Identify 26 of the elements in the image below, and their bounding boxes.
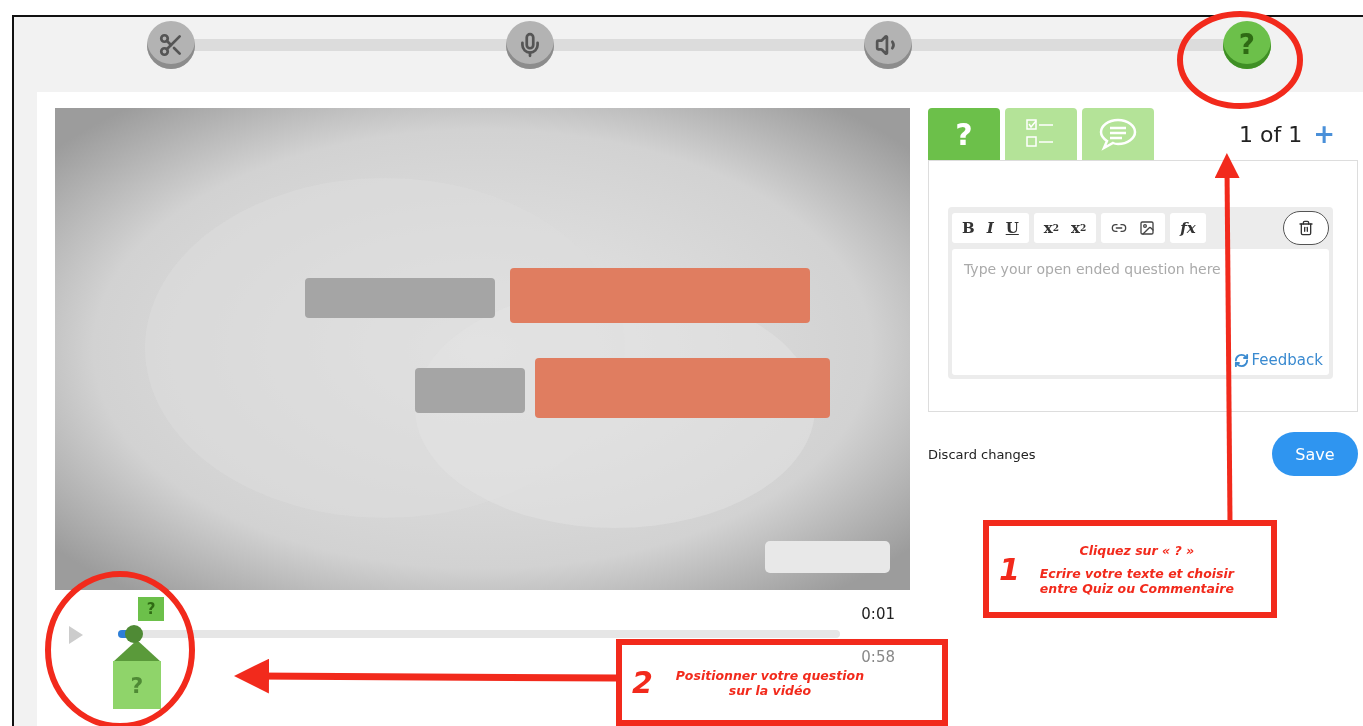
feedback-link[interactable]: Feedback (1233, 351, 1323, 369)
scissors-icon (158, 31, 184, 58)
format-button[interactable]: fx (1174, 219, 1202, 237)
step-button[interactable] (505, 20, 554, 69)
duration-time: 0:58 (861, 648, 895, 666)
speech-bubble-icon (1098, 117, 1138, 151)
progress-track[interactable] (118, 630, 840, 638)
format-button[interactable]: B (956, 219, 981, 237)
elapsed-time: 0:01 (861, 605, 895, 623)
instruction-text: Ecrire votre texte et choisir entre Quiz ou Commentaire (1038, 565, 1236, 596)
format-button[interactable]: I (980, 219, 1000, 237)
instruction-text: Positionner votre question sur la vidéo (674, 667, 866, 698)
delete-button[interactable] (1283, 211, 1329, 245)
format-button[interactable]: U (999, 219, 1025, 237)
trash-icon (1298, 220, 1314, 236)
step-number: 1 (999, 551, 1020, 587)
question-counter: 1 of 1 (1239, 121, 1303, 147)
format-button[interactable]: x$^{2}$ (1037, 219, 1066, 237)
refresh-icon (1233, 352, 1249, 368)
step-button[interactable] (864, 20, 913, 69)
step-button[interactable] (147, 20, 195, 69)
step-number: 2 (632, 665, 653, 700)
instruction-text: Cliquez sur « ? » (1079, 542, 1195, 558)
discard-changes-link[interactable]: Discard changes (928, 446, 1036, 462)
playhead-handle[interactable] (125, 625, 143, 643)
image-icon (1139, 220, 1156, 236)
